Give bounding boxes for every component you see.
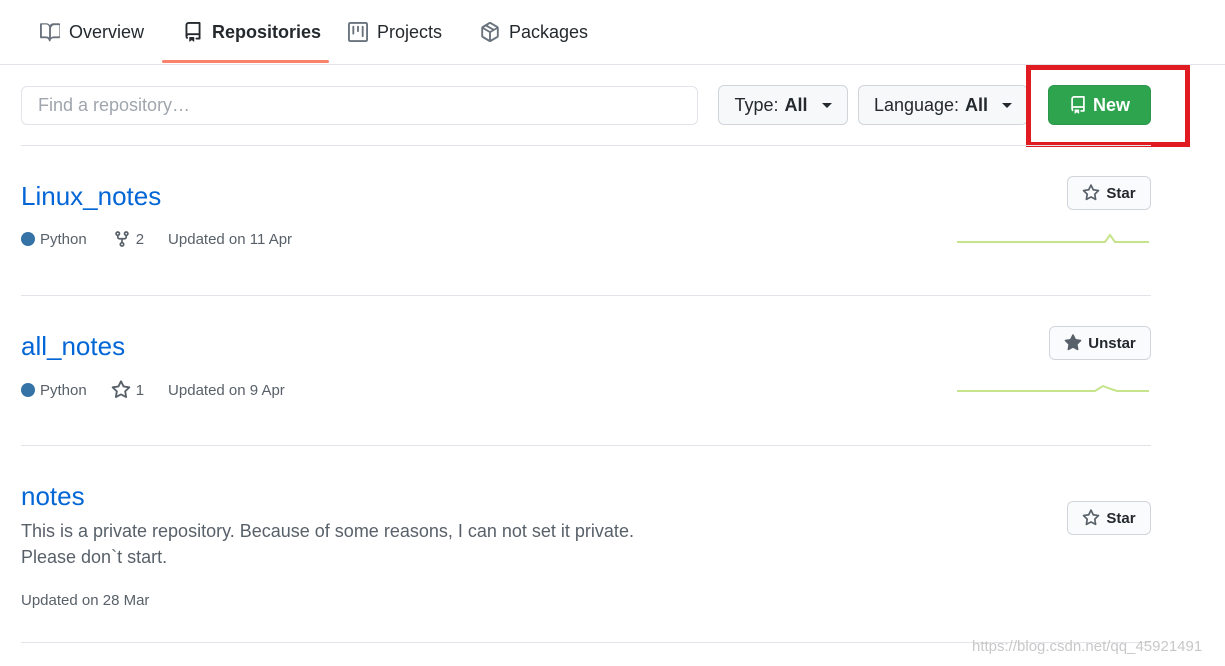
unstar-button[interactable]: Unstar <box>1049 326 1151 360</box>
star-button-label: Star <box>1106 509 1136 527</box>
unstar-button-label: Unstar <box>1088 334 1136 352</box>
activity-sparkline <box>957 384 1149 392</box>
language-filter-dropdown[interactable]: Language: All <box>858 85 1028 125</box>
language-filter-value: All <box>965 94 989 115</box>
repo-icon <box>185 22 201 42</box>
book-icon <box>40 23 60 42</box>
repo-meta: Python 1 Updated on 9 Apr <box>21 380 285 400</box>
tab-label: Projects <box>377 21 443 42</box>
selected-tab-indicator <box>162 60 329 63</box>
package-icon <box>481 22 499 42</box>
star-outline-icon <box>1083 509 1100 526</box>
list-divider <box>21 445 1151 446</box>
list-divider <box>21 295 1151 296</box>
caret-down-icon <box>821 102 832 108</box>
repo-description-line: Please don`t start. <box>21 547 168 567</box>
type-filter-label: Type: <box>734 94 779 115</box>
tab-packages[interactable]: Packages <box>480 0 588 64</box>
stargazers-count: 1 <box>135 381 145 399</box>
fork-count: 2 <box>135 230 145 248</box>
watermark-text: https://blog.csdn.net/qq_45921491 <box>972 638 1203 655</box>
tab-repositories[interactable]: Repositories <box>183 0 321 64</box>
list-divider <box>21 145 1151 146</box>
find-repository-input[interactable] <box>21 86 698 125</box>
type-filter-dropdown[interactable]: Type: All <box>718 85 848 125</box>
fork-count-link[interactable]: 2 <box>113 230 144 248</box>
type-filter-value: All <box>784 94 808 115</box>
tab-projects[interactable]: Projects <box>348 0 442 64</box>
language-color-dot <box>21 383 35 397</box>
repo-meta: Python 2 Updated on 11 Apr <box>21 230 292 248</box>
project-icon <box>348 22 368 42</box>
annotation-highlight-box <box>1026 65 1190 147</box>
stargazers-count-link[interactable]: 1 <box>111 380 144 400</box>
repo-description: This is a private repository. Because of… <box>21 518 634 570</box>
language-filter-label: Language: <box>873 94 960 115</box>
star-outline-icon <box>1083 184 1100 201</box>
fork-icon <box>114 231 129 247</box>
repo-meta: Updated on 28 Mar <box>21 592 149 609</box>
language-color-dot <box>21 232 35 246</box>
star-outline-icon <box>111 380 130 398</box>
repo-language: Python <box>40 230 87 248</box>
star-button[interactable]: Star <box>1067 501 1151 535</box>
tab-label: Packages <box>509 21 589 42</box>
tab-label: Overview <box>69 21 145 42</box>
star-filled-icon <box>1064 334 1082 351</box>
profile-tab-bar: Overview Repositories Projects Packages <box>0 0 1225 65</box>
repo-description-line: This is a private repository. Because of… <box>21 521 634 541</box>
tab-label: Repositories <box>212 21 322 42</box>
star-button[interactable]: Star <box>1067 176 1151 210</box>
repo-name-link[interactable]: notes <box>21 481 85 512</box>
caret-down-icon <box>1002 102 1013 108</box>
repo-name-link[interactable]: Linux_notes <box>21 181 161 212</box>
repo-name-link[interactable]: all_notes <box>21 331 125 362</box>
tab-overview[interactable]: Overview <box>40 0 144 64</box>
star-button-label: Star <box>1106 184 1136 202</box>
repo-language: Python <box>40 381 87 399</box>
repo-updated: Updated on 11 Apr <box>168 230 293 248</box>
activity-sparkline <box>957 233 1149 243</box>
repo-updated: Updated on 28 Mar <box>21 592 150 609</box>
repo-updated: Updated on 9 Apr <box>168 381 285 399</box>
